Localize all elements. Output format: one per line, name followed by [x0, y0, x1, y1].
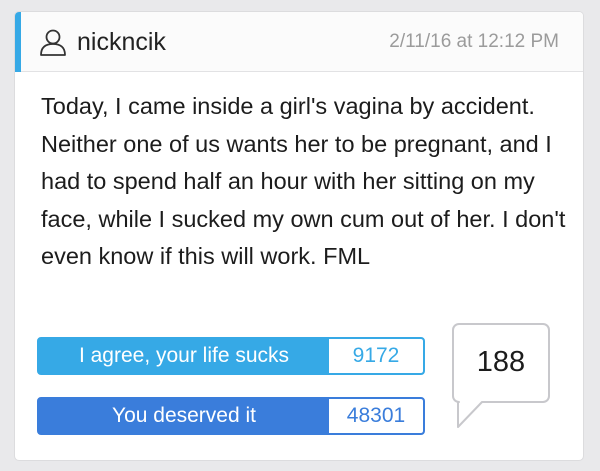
comment-count[interactable]: 188: [452, 344, 550, 380]
agree-label: I agree, your life sucks: [78, 344, 290, 367]
post-header: nickncik 2/11/16 at 12:12 PM: [15, 12, 583, 72]
agree-button[interactable]: I agree, your life sucks 9172: [37, 337, 425, 375]
agree-count: 9172: [329, 339, 423, 373]
post-timestamp: 2/11/16 at 12:12 PM: [389, 31, 559, 52]
username[interactable]: nickncik: [77, 27, 166, 57]
post-text: Today, I came inside a girl's vagina by …: [41, 93, 566, 269]
accent-bar: [15, 12, 21, 72]
deserved-label: You deserved it: [112, 404, 256, 427]
deserved-button[interactable]: You deserved it 48301: [37, 397, 425, 435]
user-icon: [40, 29, 66, 56]
deserved-count: 48301: [329, 399, 423, 433]
